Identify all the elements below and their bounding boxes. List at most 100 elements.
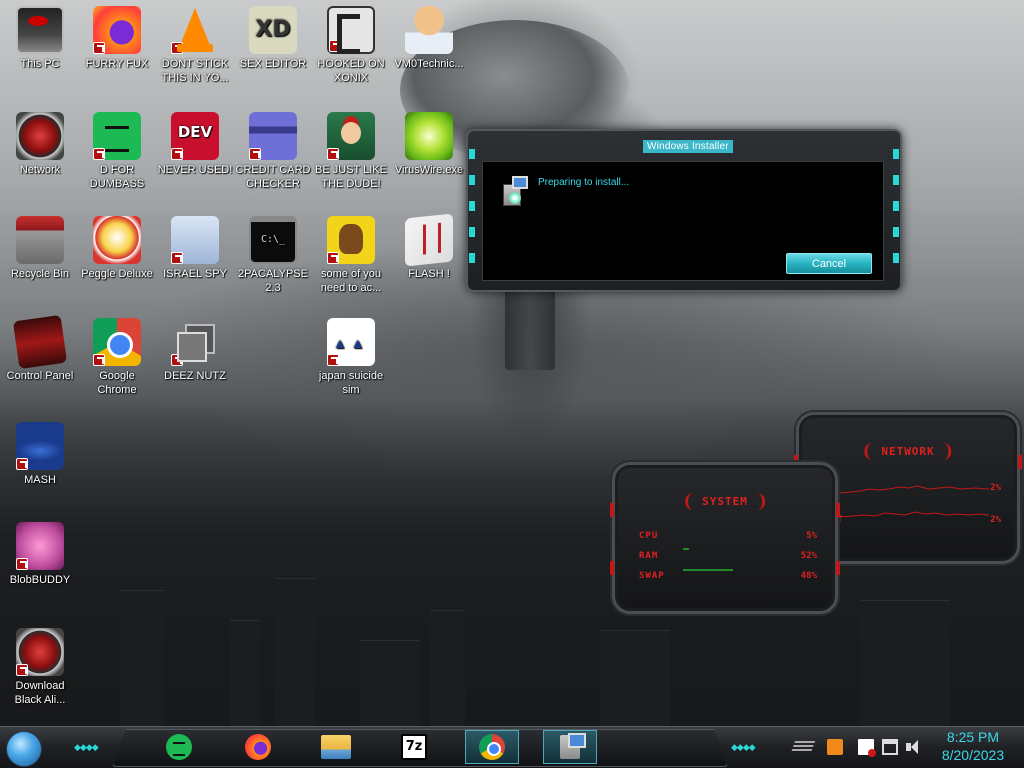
shortcut-arrow-icon (249, 148, 261, 160)
limewire-icon (405, 112, 453, 160)
desktop-icon-label: Google Chrome (97, 370, 137, 396)
shortcut-arrow-icon (93, 354, 105, 366)
firefox-icon (245, 734, 271, 760)
system-row-label: CPU (639, 531, 659, 541)
desktop-icon-mash[interactable]: MASH (0, 422, 80, 487)
volume-icon[interactable] (906, 739, 922, 755)
spy-app-icon (171, 216, 219, 264)
desktop-icon-recycle-bin[interactable]: Recycle Bin (0, 216, 80, 281)
desktop-icon-label: Download Black Ali... (14, 680, 66, 706)
swap-usage-bar (683, 569, 729, 571)
xonix-icon (327, 6, 375, 54)
desktop-icon-this-pc[interactable]: This PC (0, 6, 80, 71)
desktop-icon-control-panel[interactable]: Control Panel (0, 314, 80, 383)
desktop-icon-vm0technic[interactable]: VM0Technic... (389, 6, 469, 71)
java-update-icon[interactable] (827, 739, 843, 755)
desktop-icon-d-for-dumbass[interactable]: D FOR DUMBASS (77, 112, 157, 191)
taskbar-app-firefox[interactable] (231, 730, 285, 764)
desktop-icon-sex-editor[interactable]: XD SEX EDITOR (233, 6, 313, 71)
hxd-icon: XD (249, 6, 297, 54)
shortcut-arrow-icon (16, 458, 28, 470)
shortcut-arrow-icon (327, 148, 339, 160)
desktop-icon-dont-stick[interactable]: DONT STICK THIS IN YO... (155, 6, 235, 85)
installer-status-text: Preparing to install... (538, 177, 630, 188)
taskbar-app-spotify[interactable] (152, 730, 206, 764)
installer-icon (560, 733, 586, 759)
shortcut-arrow-icon (93, 42, 105, 54)
taskbar-accent-icon: ◆◆◆◆ (731, 742, 756, 752)
desktop-icon-blobbuddy[interactable]: BlobBUDDY (0, 522, 80, 587)
mash-icon (16, 422, 64, 470)
desktop-icon-label: Network (19, 164, 61, 176)
start-button[interactable] (6, 731, 42, 767)
wallpaper-building (860, 600, 950, 726)
desktop-icon-label: ISRAEL SPY (163, 268, 227, 280)
desktop-icon-furry-fux[interactable]: FURRY FUX (77, 6, 157, 71)
desktop-icon-peggle-deluxe[interactable]: Peggle Deluxe (77, 216, 157, 281)
control-panel-icon (12, 314, 68, 370)
peggle-icon (93, 216, 141, 264)
taskbar-app-windows-installer[interactable] (543, 730, 597, 764)
wallpaper-building (230, 620, 260, 726)
cancel-button[interactable]: Cancel (786, 253, 872, 274)
desktop-icon-google-chrome[interactable]: Google Chrome (77, 318, 157, 397)
shortcut-arrow-icon (16, 664, 28, 676)
desktop-icon-be-just-like-the-dude[interactable]: BE JUST LIKE THE DUDE! (311, 112, 391, 191)
system-widget-title: SYSTEM (685, 493, 765, 510)
desktop-icon-network[interactable]: Network (0, 112, 80, 177)
spotify-icon (166, 734, 192, 760)
system-row-label: RAM (639, 551, 659, 561)
doctor-icon (405, 6, 453, 54)
desktop-icon-credit-card-checker[interactable]: CREDIT CARD CHECKER (233, 112, 313, 191)
japan-game-icon (327, 318, 375, 366)
desktop-icon-label: Control Panel (6, 370, 74, 382)
taskbar-app-7zip[interactable]: 7z (387, 730, 441, 764)
chrome-icon (93, 318, 141, 366)
desktop-icon-label: CREDIT CARD CHECKER (235, 164, 311, 190)
shortcut-arrow-icon (329, 40, 341, 52)
stacked-windows-icon (171, 318, 219, 366)
desktop-icon-label: MASH (24, 474, 56, 486)
desktop-icon-viruswire[interactable]: VirusWire.exe (389, 112, 469, 177)
desktop-icon-israel-spy[interactable]: ISRAEL SPY (155, 216, 235, 281)
taskbar-clock[interactable]: 8:25 PM 8/20/2023 (930, 728, 1016, 764)
network-tray-icon[interactable] (882, 739, 898, 755)
window-left-accent (469, 149, 475, 274)
widget-tab (1018, 455, 1022, 469)
wallpaper-building (600, 630, 670, 726)
system-widget: SYSTEM CPU 5% RAM 52% SWAP 48% (610, 462, 840, 614)
cpu-usage-bar (683, 548, 689, 550)
desktop-icon-label: FURRY FUX (85, 58, 149, 70)
taskbar-app-chrome[interactable] (465, 730, 519, 764)
windows-installer-window[interactable]: Windows Installer Preparing to install..… (466, 129, 902, 292)
widget-tab (610, 503, 614, 517)
folder-icon (321, 735, 351, 759)
desktop-icon-label: VM0Technic... (394, 58, 464, 70)
desktop-icon-2pacalypse[interactable]: C:\_ 2PACALYPSE 2.3 (233, 216, 313, 295)
taskbar-app-file-explorer[interactable] (309, 730, 363, 764)
computer-icon (16, 6, 64, 54)
credit-card-icon (249, 112, 297, 160)
wallpaper-building (120, 590, 164, 726)
desktop-icon-japan-suicide-sim[interactable]: japan suicide sim (311, 318, 391, 397)
desktop-icon-hooked-on-xonix[interactable]: HOOKED ON XONIX (311, 6, 391, 85)
action-center-flag-icon[interactable] (858, 739, 876, 757)
desktop-icon-download-black-ali[interactable]: Download Black Ali... (0, 628, 80, 707)
desktop-icon-label: Recycle Bin (10, 268, 70, 280)
desktop-icon-label: BlobBUDDY (9, 574, 71, 586)
desktop-icon-label: D FOR DUMBASS (89, 164, 145, 190)
window-right-accent (893, 149, 899, 274)
wallpaper-building (430, 610, 465, 726)
desktop-icon-some-of-you[interactable]: some of you need to ac... (311, 216, 391, 295)
desktop-icon-label: Peggle Deluxe (81, 268, 153, 280)
shortcut-arrow-icon (93, 148, 105, 160)
7zip-icon: 7z (401, 734, 427, 760)
desktop-icon-never-used[interactable]: DEV NEVER USED! (155, 112, 235, 177)
shortcut-arrow-icon (327, 354, 339, 366)
desktop-icon-deez-nutz[interactable]: DEEZ NUTZ (155, 318, 235, 383)
system-row-value: 5% (806, 531, 817, 541)
shortcut-arrow-icon (16, 558, 28, 570)
shortcut-arrow-icon (171, 42, 183, 54)
desktop-icon-label: NEVER USED! (157, 164, 233, 176)
desktop-icon-flash[interactable]: FLASH ! (389, 213, 469, 281)
